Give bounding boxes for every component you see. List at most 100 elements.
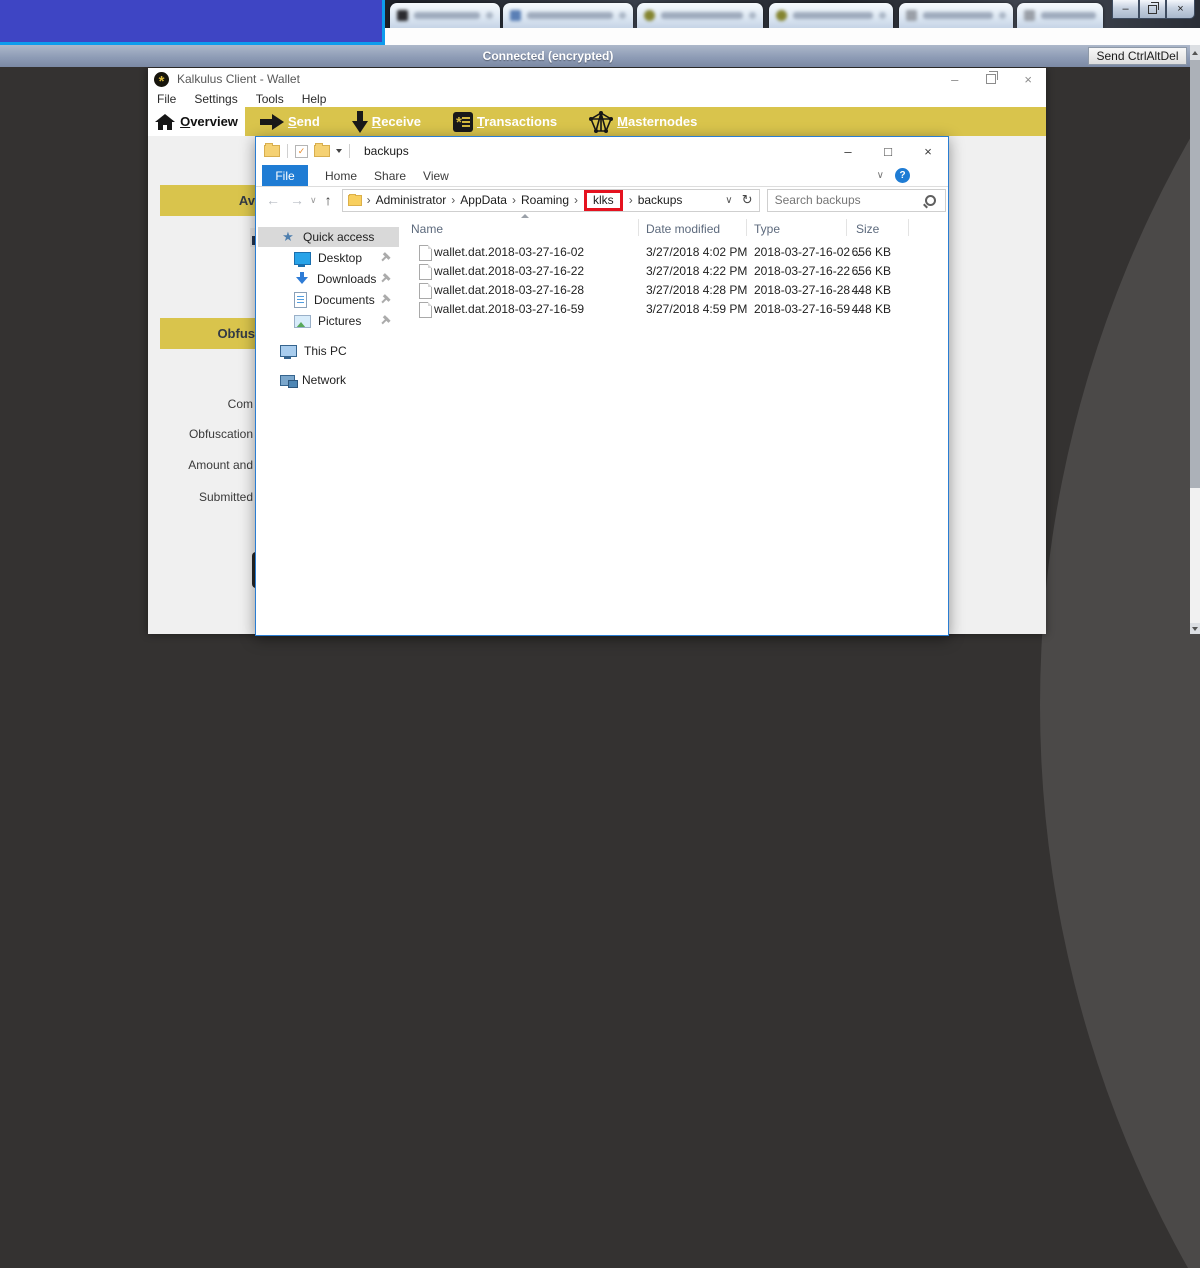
vnc-scrollbar[interactable] — [1190, 45, 1200, 634]
qat-new-folder-icon[interactable] — [314, 143, 330, 157]
scrollbar-thumb[interactable] — [1190, 60, 1200, 488]
menu-help[interactable]: Help — [293, 92, 336, 106]
ribbon-tab-view[interactable]: View — [423, 169, 449, 183]
tab-masternodes[interactable]: Masternodes — [589, 110, 697, 133]
explorer-sidebar: ★ Quick access Desktop Downloads Documen… — [258, 213, 399, 390]
up-arrow-icon — [1192, 50, 1198, 55]
browser-tab[interactable] — [899, 3, 1013, 28]
tab-receive[interactable]: Receive — [351, 110, 421, 133]
sidebar-item-quick-access[interactable]: ★ Quick access — [258, 227, 399, 247]
search-placeholder: Search backups — [774, 193, 861, 207]
explorer-close-button[interactable]: × — [908, 137, 948, 165]
browser-tab[interactable] — [1017, 3, 1103, 28]
host-restore-button[interactable] — [1139, 0, 1166, 19]
column-header-name[interactable]: Name — [411, 222, 443, 236]
scrollbar-up-button[interactable] — [1190, 45, 1200, 60]
wallet-minimize-button[interactable]: – — [951, 72, 958, 87]
file-date: 3/27/2018 4:59 PM — [646, 302, 748, 316]
separator — [349, 144, 350, 158]
blue-overlay-panel — [0, 0, 385, 45]
column-header-type[interactable]: Type — [754, 222, 780, 236]
refresh-icon[interactable]: ↻ — [742, 192, 753, 208]
menu-settings[interactable]: Settings — [185, 92, 246, 106]
ribbon-tab-file[interactable]: File — [262, 165, 308, 186]
help-icon[interactable]: ? — [895, 168, 910, 183]
vnc-status-bar: Connected (encrypted) — [0, 45, 1200, 67]
ribbon-tab-home[interactable]: Home — [325, 169, 357, 183]
column-separator[interactable] — [846, 219, 847, 236]
scrollbar-down-button[interactable] — [1190, 623, 1200, 634]
browser-tab[interactable] — [390, 3, 500, 28]
explorer-maximize-button[interactable]: □ — [868, 137, 908, 165]
breadcrumb-backups[interactable]: backups — [638, 193, 683, 207]
file-date: 3/27/2018 4:28 PM — [646, 283, 748, 297]
sidebar-item-downloads[interactable]: Downloads — [258, 269, 399, 289]
menu-tools[interactable]: Tools — [247, 92, 293, 106]
explorer-minimize-button[interactable]: – — [828, 137, 868, 165]
wallet-close-button[interactable]: × — [1024, 72, 1032, 87]
tab-close-icon[interactable] — [879, 12, 886, 19]
tab-transactions[interactable]: Transactions — [452, 111, 557, 132]
host-minimize-button[interactable]: – — [1112, 0, 1139, 19]
send-ctrl-alt-del-button[interactable]: Send CtrlAltDel — [1088, 47, 1187, 65]
column-separator[interactable] — [638, 219, 639, 236]
browser-tab[interactable] — [503, 3, 633, 28]
sidebar-item-desktop[interactable]: Desktop — [258, 248, 399, 268]
tab-favicon — [510, 10, 521, 21]
qat-properties-icon[interactable]: ✓ — [295, 144, 308, 158]
tab-close-icon[interactable] — [749, 12, 756, 19]
tab-close-icon[interactable] — [999, 12, 1006, 19]
address-bar[interactable]: › Administrator › AppData › Roaming › kl… — [341, 188, 760, 212]
network-icon — [280, 374, 298, 388]
wallet-titlebar[interactable]: * Kalkulus Client - Wallet – × — [148, 68, 1046, 90]
address-dropdown-chevron-icon[interactable]: ∨ — [725, 195, 732, 206]
pin-icon — [376, 293, 392, 309]
file-row[interactable]: wallet.dat.2018-03-27-16-59 3/27/2018 4:… — [399, 300, 947, 319]
recent-locations-chevron-icon[interactable]: ∨ — [310, 195, 317, 206]
tab-overview[interactable]: Overview — [148, 107, 245, 136]
file-size: 656 KB — [851, 264, 891, 278]
tab-receive-label: Receive — [371, 114, 421, 129]
tab-close-icon[interactable] — [619, 12, 626, 19]
restore-icon — [1148, 1, 1159, 14]
explorer-titlebar[interactable]: ✓ backups – □ × — [256, 137, 948, 165]
file-row[interactable]: wallet.dat.2018-03-27-16-02 3/27/2018 4:… — [399, 243, 947, 262]
forward-button[interactable]: → — [290, 192, 304, 208]
up-button[interactable]: ↑ — [325, 192, 332, 208]
file-row[interactable]: wallet.dat.2018-03-27-16-28 3/27/2018 4:… — [399, 281, 947, 300]
menu-file[interactable]: File — [148, 92, 185, 106]
sidebar-item-network[interactable]: Network — [258, 370, 399, 390]
house-icon — [155, 113, 176, 130]
breadcrumb-appdata[interactable]: AppData — [460, 193, 507, 207]
file-name: wallet.dat.2018-03-27-16-02 — [434, 245, 585, 259]
pin-icon — [376, 251, 392, 267]
search-input[interactable]: Search backups — [766, 188, 946, 212]
breadcrumb-administrator[interactable]: Administrator — [376, 193, 447, 207]
file-size: 448 KB — [851, 302, 891, 316]
file-list-header: Name Date modified Type Size — [399, 213, 947, 241]
sidebar-item-this-pc[interactable]: This PC — [258, 341, 399, 361]
breadcrumb-roaming[interactable]: Roaming — [521, 193, 569, 207]
column-header-date-modified[interactable]: Date modified — [646, 222, 720, 236]
ribbon-tab-share[interactable]: Share — [374, 169, 406, 183]
sidebar-item-documents[interactable]: Documents — [258, 290, 399, 310]
browser-tab[interactable] — [769, 3, 893, 28]
host-close-button[interactable]: × — [1166, 0, 1195, 19]
sidebar-item-pictures[interactable]: Pictures — [258, 311, 399, 331]
tab-close-icon[interactable] — [486, 12, 493, 19]
masternodes-network-icon — [589, 110, 614, 133]
column-separator[interactable] — [908, 219, 909, 236]
explorer-folder-icon — [264, 143, 280, 157]
sidebar-label: Network — [302, 373, 347, 387]
column-separator[interactable] — [746, 219, 747, 236]
ribbon-expand-chevron-icon[interactable]: ∨ — [877, 170, 884, 181]
file-row[interactable]: wallet.dat.2018-03-27-16-22 3/27/2018 4:… — [399, 262, 947, 281]
breadcrumb-klks-highlighted[interactable]: klks — [584, 189, 623, 211]
browser-tab[interactable] — [637, 3, 763, 28]
wallet-menubar: File Settings Tools Help — [148, 90, 1046, 107]
qat-customize-chevron-icon[interactable] — [336, 149, 342, 153]
tab-send[interactable]: Send — [260, 113, 320, 130]
column-header-size[interactable]: Size — [856, 222, 879, 236]
back-button[interactable]: ← — [266, 192, 280, 208]
wallet-restore-button[interactable] — [986, 71, 999, 84]
